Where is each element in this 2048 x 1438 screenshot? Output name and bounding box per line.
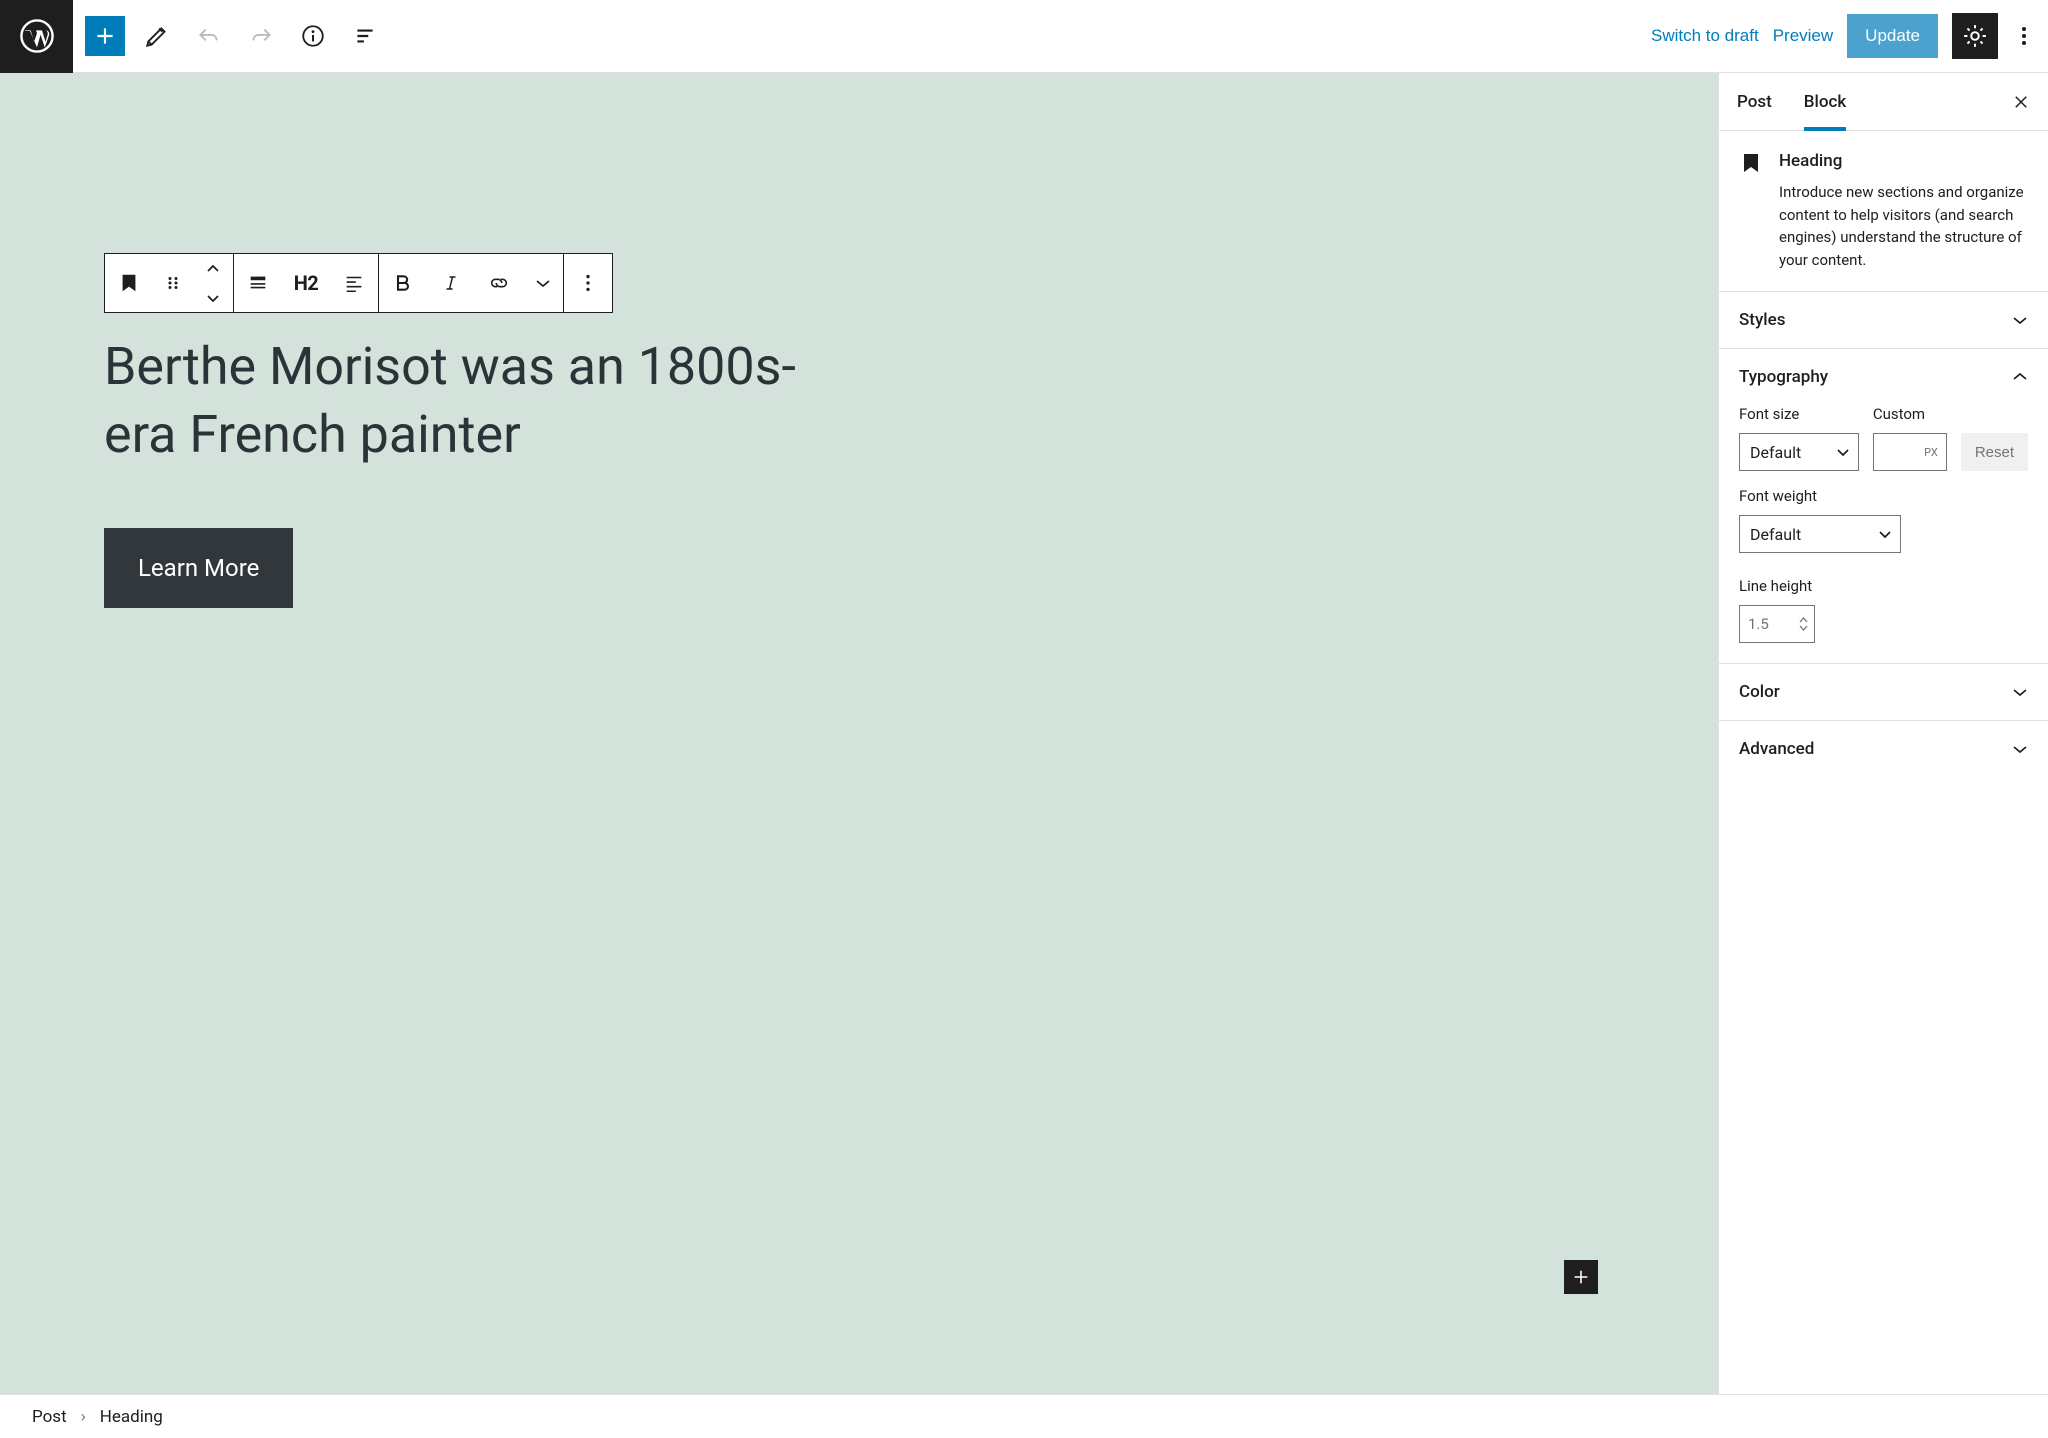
chevron-down-icon xyxy=(2012,687,2028,697)
drag-handle-icon[interactable] xyxy=(153,254,193,312)
update-button[interactable]: Update xyxy=(1847,14,1938,58)
breadcrumb-root[interactable]: Post xyxy=(32,1407,67,1427)
font-weight-label: Font weight xyxy=(1739,487,2028,505)
chevron-down-icon xyxy=(1878,530,1892,539)
chevron-up-icon xyxy=(2012,372,2028,382)
editor-canvas[interactable]: H2 xyxy=(0,73,1718,1394)
options-button[interactable] xyxy=(2012,13,2036,59)
link-button[interactable] xyxy=(475,254,523,312)
editor-topbar: Switch to draft Preview Update xyxy=(0,0,2048,73)
block-type-icon[interactable] xyxy=(105,254,153,312)
breadcrumb-current[interactable]: Heading xyxy=(100,1407,163,1427)
heading-level-button[interactable]: H2 xyxy=(282,254,330,312)
move-up-button[interactable] xyxy=(193,254,233,283)
tools-button[interactable] xyxy=(137,16,177,56)
font-size-select[interactable]: Default xyxy=(1739,433,1859,471)
chevron-down-icon xyxy=(2012,744,2028,754)
settings-button[interactable] xyxy=(1952,13,1998,59)
chevron-down-icon xyxy=(2012,315,2028,325)
custom-font-size-input[interactable]: PX xyxy=(1873,433,1947,471)
move-down-button[interactable] xyxy=(193,283,233,312)
italic-button[interactable] xyxy=(427,254,475,312)
append-block-button[interactable] xyxy=(1564,1260,1598,1294)
block-options-button[interactable] xyxy=(564,254,612,312)
align-button[interactable] xyxy=(234,254,282,312)
tab-block[interactable]: Block xyxy=(1804,74,1846,130)
settings-sidebar: Post Block Heading Introduce new section… xyxy=(1718,73,2048,1394)
chevron-down-icon xyxy=(1836,448,1850,457)
block-description: Introduce new sections and organize cont… xyxy=(1779,181,2028,271)
block-toolbar: H2 xyxy=(104,253,613,313)
switch-to-draft-button[interactable]: Switch to draft xyxy=(1651,26,1759,46)
undo-button[interactable] xyxy=(189,16,229,56)
font-weight-select[interactable]: Default xyxy=(1739,515,1901,553)
info-button[interactable] xyxy=(293,16,333,56)
button-block[interactable]: Learn More xyxy=(104,528,293,608)
text-align-button[interactable] xyxy=(330,254,378,312)
list-view-button[interactable] xyxy=(345,16,385,56)
breadcrumb: Post › Heading xyxy=(0,1394,2048,1438)
panel-typography[interactable]: Typography xyxy=(1719,349,2048,405)
add-block-button[interactable] xyxy=(85,16,125,56)
tab-post[interactable]: Post xyxy=(1737,74,1772,130)
custom-label: Custom xyxy=(1873,405,1947,423)
panel-advanced[interactable]: Advanced xyxy=(1719,721,2048,777)
more-rich-text-button[interactable] xyxy=(523,254,563,312)
stepper-icon xyxy=(1799,617,1808,631)
redo-button[interactable] xyxy=(241,16,281,56)
heading-block[interactable]: Berthe Morisot was an 1800s-era French p… xyxy=(104,333,824,468)
close-sidebar-button[interactable] xyxy=(2012,93,2030,111)
chevron-right-icon: › xyxy=(81,1407,86,1427)
line-height-input[interactable]: 1.5 xyxy=(1739,605,1815,643)
panel-styles[interactable]: Styles xyxy=(1719,292,2048,348)
block-title: Heading xyxy=(1779,151,2028,171)
font-size-label: Font size xyxy=(1739,405,1859,423)
preview-button[interactable]: Preview xyxy=(1773,26,1833,46)
panel-color[interactable]: Color xyxy=(1719,664,2048,720)
line-height-label: Line height xyxy=(1739,577,2028,595)
reset-button[interactable]: Reset xyxy=(1961,433,2028,471)
bold-button[interactable] xyxy=(379,254,427,312)
heading-block-icon xyxy=(1739,151,1763,271)
wordpress-logo[interactable] xyxy=(0,0,73,73)
